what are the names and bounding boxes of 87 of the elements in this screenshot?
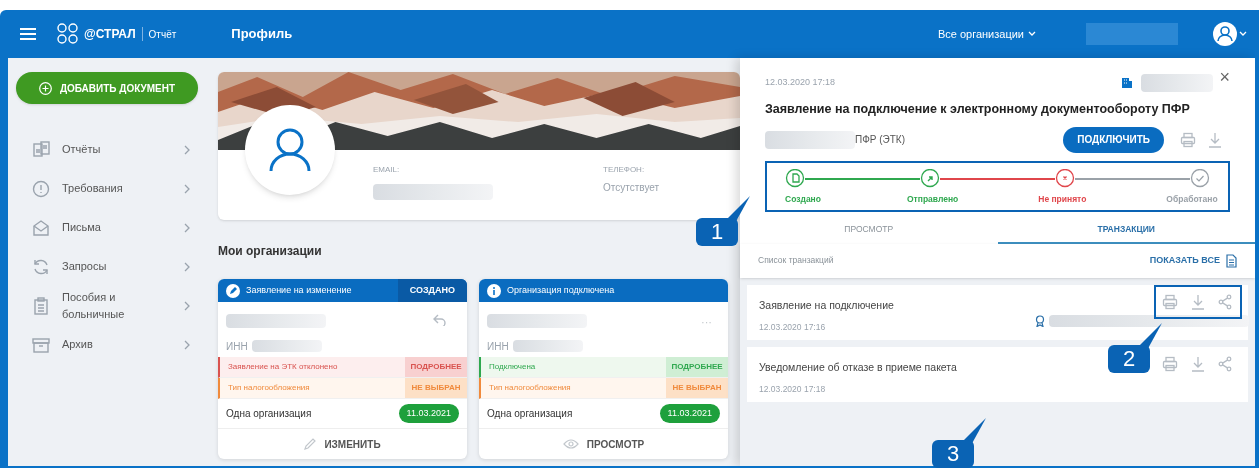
pencil-icon: [226, 283, 240, 298]
inn-label: ИНН: [487, 339, 509, 354]
sidebar-item[interactable]: Запросы: [16, 247, 197, 286]
cross-step-icon: [1055, 168, 1075, 189]
status-row-text: Тип налогообложения: [488, 382, 572, 394]
organization-selector[interactable]: Все организации: [937, 25, 1036, 43]
inn-label: ИНН: [226, 339, 248, 354]
share-icon[interactable]: [1218, 293, 1232, 310]
share-icon[interactable]: [1218, 355, 1232, 372]
transaction-title: Уведомление об отказе в приеме пакета: [759, 359, 957, 375]
document-icon: [1226, 253, 1237, 268]
product-name: Отчёт: [148, 27, 177, 42]
seal-icon: [1035, 314, 1045, 327]
check-step-icon: [1190, 168, 1210, 189]
archive-box-icon: [32, 335, 50, 354]
show-all-button[interactable]: ПОКАЗАТЬ ВСЕ: [1149, 253, 1237, 268]
status-badge: СОЗДАНО: [397, 279, 467, 302]
email-label: EMAIL:: [373, 164, 401, 176]
card-status-title: Заявление на изменение: [246, 283, 352, 297]
chevron-down-icon: [1028, 31, 1036, 37]
logo-icon: [56, 23, 80, 45]
printer-icon[interactable]: [1162, 293, 1178, 310]
download-icon[interactable]: [1208, 131, 1222, 148]
printer-icon[interactable]: [1162, 355, 1178, 372]
undo-icon[interactable]: [433, 314, 447, 326]
chevron-right-icon: [184, 183, 191, 194]
sidebar-item[interactable]: Архив: [16, 325, 197, 364]
download-icon[interactable]: [1191, 293, 1205, 310]
plus-icon: [38, 81, 52, 95]
document-step-icon: [785, 168, 805, 189]
plan-name: Одна организация: [487, 407, 573, 421]
chevron-down-icon: [1239, 31, 1247, 37]
brand-name: @СТРАЛ: [84, 26, 136, 43]
arrow-step-icon: [920, 168, 940, 189]
step-label: Обработано: [1165, 192, 1219, 206]
warning-icon: [32, 179, 50, 198]
envelope-icon: [32, 218, 50, 237]
card-status-title: Организация подключена: [507, 283, 615, 297]
inn-value-bar: [251, 340, 322, 352]
phone-value: Отсутствует: [603, 181, 660, 195]
document-date: 12.03.2020 17:18: [765, 76, 837, 90]
printer-icon[interactable]: [1180, 131, 1196, 148]
transaction-title: Заявление на подключение: [759, 297, 894, 313]
connect-button[interactable]: ПОДКЛЮЧИТЬ: [1063, 126, 1164, 153]
date-badge: 11.03.2021: [659, 403, 720, 424]
page-title: Профиль: [231, 25, 293, 44]
list-title: Список транзакций: [758, 254, 835, 267]
plan-name: Одна организация: [226, 407, 312, 421]
step-label: Отправлено: [906, 192, 960, 206]
add-document-button[interactable]: ДОБАВИТЬ ДОКУМЕНТ: [16, 72, 198, 104]
chevron-right-icon: [184, 144, 191, 155]
documents-icon: [32, 140, 50, 159]
transaction-date: 12.03.2020 17:16: [759, 321, 826, 334]
building-icon: [1121, 77, 1134, 89]
transaction-date: 12.03.2020 17:18: [759, 383, 826, 396]
sidebar-item[interactable]: Требования: [16, 169, 197, 208]
status-row-text: Заявление на ЭТК отклонено: [227, 361, 339, 373]
sidebar-item[interactable]: Письма: [16, 208, 197, 247]
info-icon: [487, 283, 501, 298]
chevron-right-icon: [184, 300, 191, 311]
user-avatar-button[interactable]: [1213, 22, 1247, 46]
phone-label: ТЕЛЕФОН:: [603, 164, 646, 176]
transaction-card[interactable]: Заявление на подключение 12.03.2020 17:16: [747, 284, 1248, 340]
edit-button[interactable]: ИЗМЕНИТЬ: [218, 429, 467, 459]
close-button[interactable]: ×: [1219, 68, 1230, 86]
step-label: Создано: [784, 192, 822, 206]
user-icon: [267, 127, 313, 173]
chevron-right-icon: [184, 222, 191, 233]
sidebar-item[interactable]: Пособия и больничные: [16, 286, 197, 325]
menu-icon[interactable]: [20, 28, 36, 40]
date-badge: 11.03.2021: [398, 403, 459, 424]
chevron-right-icon: [184, 261, 191, 272]
refresh-icon: [32, 257, 50, 276]
clipboard-icon: [32, 296, 50, 315]
status-row-text: Подключена: [488, 361, 537, 373]
chevron-right-icon: [184, 339, 191, 350]
user-icon: [1213, 22, 1237, 46]
status-row-text: Тип налогообложения: [227, 382, 311, 394]
eye-icon: [562, 439, 579, 449]
pencil-icon: [304, 438, 317, 450]
sidebar-item[interactable]: Отчёты: [16, 130, 197, 169]
document-title: Заявление на подключение к электронному документообороту ПФР: [765, 101, 1191, 118]
inn-value-bar: [512, 340, 583, 352]
view-button[interactable]: ПРОСМОТР: [479, 429, 728, 459]
download-icon[interactable]: [1191, 355, 1205, 372]
step-label: Не принято: [1037, 192, 1088, 206]
recipient-name: ПФР (ЭТК): [855, 133, 906, 148]
